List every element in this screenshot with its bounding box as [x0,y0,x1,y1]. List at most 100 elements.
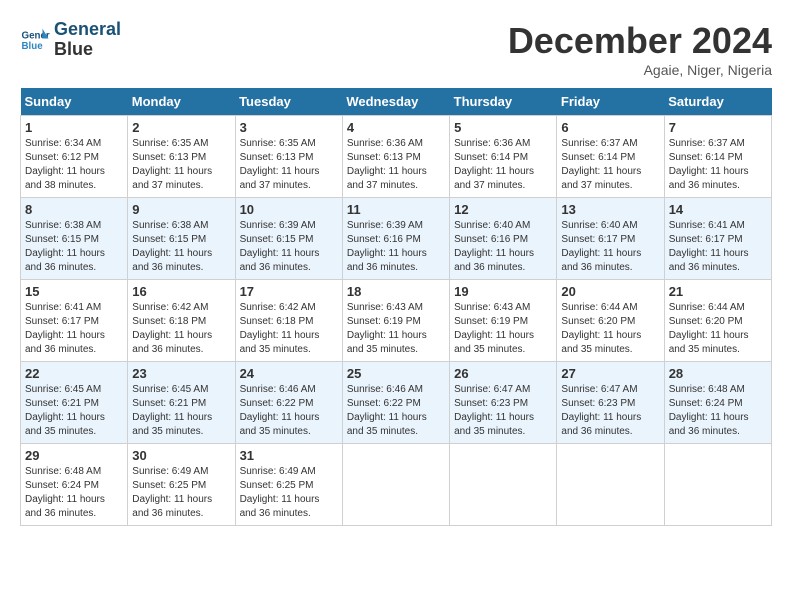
day-number: 1 [25,120,123,135]
calendar-day-cell: 5 Sunrise: 6:36 AMSunset: 6:14 PMDayligh… [450,116,557,198]
day-number: 2 [132,120,230,135]
calendar-day-cell: 22 Sunrise: 6:45 AMSunset: 6:21 PMDaylig… [21,362,128,444]
day-info: Sunrise: 6:44 AMSunset: 6:20 PMDaylight:… [669,302,749,355]
day-number: 27 [561,366,659,381]
day-number: 9 [132,202,230,217]
location: Agaie, Niger, Nigeria [508,62,772,78]
weekday-header-row: SundayMondayTuesdayWednesdayThursdayFrid… [21,88,772,116]
calendar-day-cell: 2 Sunrise: 6:35 AMSunset: 6:13 PMDayligh… [128,116,235,198]
calendar-day-cell [450,444,557,526]
day-number: 4 [347,120,445,135]
day-info: Sunrise: 6:44 AMSunset: 6:20 PMDaylight:… [561,302,641,355]
logo-icon: General Blue [20,25,50,55]
day-info: Sunrise: 6:49 AMSunset: 6:25 PMDaylight:… [132,466,212,519]
day-info: Sunrise: 6:46 AMSunset: 6:22 PMDaylight:… [347,384,427,437]
calendar-week-row: 1 Sunrise: 6:34 AMSunset: 6:12 PMDayligh… [21,116,772,198]
calendar-day-cell: 21 Sunrise: 6:44 AMSunset: 6:20 PMDaylig… [664,280,771,362]
calendar-day-cell: 7 Sunrise: 6:37 AMSunset: 6:14 PMDayligh… [664,116,771,198]
calendar-day-cell: 8 Sunrise: 6:38 AMSunset: 6:15 PMDayligh… [21,198,128,280]
day-info: Sunrise: 6:37 AMSunset: 6:14 PMDaylight:… [669,138,749,191]
calendar-day-cell: 6 Sunrise: 6:37 AMSunset: 6:14 PMDayligh… [557,116,664,198]
calendar-day-cell: 28 Sunrise: 6:48 AMSunset: 6:24 PMDaylig… [664,362,771,444]
day-info: Sunrise: 6:46 AMSunset: 6:22 PMDaylight:… [240,384,320,437]
day-number: 10 [240,202,338,217]
day-info: Sunrise: 6:37 AMSunset: 6:14 PMDaylight:… [561,138,641,191]
calendar-day-cell: 10 Sunrise: 6:39 AMSunset: 6:15 PMDaylig… [235,198,342,280]
day-info: Sunrise: 6:42 AMSunset: 6:18 PMDaylight:… [132,302,212,355]
day-number: 24 [240,366,338,381]
calendar-day-cell: 29 Sunrise: 6:48 AMSunset: 6:24 PMDaylig… [21,444,128,526]
calendar-day-cell: 30 Sunrise: 6:49 AMSunset: 6:25 PMDaylig… [128,444,235,526]
day-number: 23 [132,366,230,381]
svg-text:Blue: Blue [22,41,44,52]
calendar-day-cell: 24 Sunrise: 6:46 AMSunset: 6:22 PMDaylig… [235,362,342,444]
day-info: Sunrise: 6:48 AMSunset: 6:24 PMDaylight:… [669,384,749,437]
day-info: Sunrise: 6:38 AMSunset: 6:15 PMDaylight:… [25,220,105,273]
day-number: 18 [347,284,445,299]
day-info: Sunrise: 6:45 AMSunset: 6:21 PMDaylight:… [25,384,105,437]
calendar-day-cell: 11 Sunrise: 6:39 AMSunset: 6:16 PMDaylig… [342,198,449,280]
day-number: 26 [454,366,552,381]
day-number: 16 [132,284,230,299]
weekday-header: Friday [557,88,664,116]
day-number: 19 [454,284,552,299]
calendar-week-row: 15 Sunrise: 6:41 AMSunset: 6:17 PMDaylig… [21,280,772,362]
day-number: 6 [561,120,659,135]
day-number: 28 [669,366,767,381]
day-info: Sunrise: 6:39 AMSunset: 6:15 PMDaylight:… [240,220,320,273]
calendar-day-cell: 25 Sunrise: 6:46 AMSunset: 6:22 PMDaylig… [342,362,449,444]
day-info: Sunrise: 6:42 AMSunset: 6:18 PMDaylight:… [240,302,320,355]
day-info: Sunrise: 6:41 AMSunset: 6:17 PMDaylight:… [669,220,749,273]
calendar-day-cell: 1 Sunrise: 6:34 AMSunset: 6:12 PMDayligh… [21,116,128,198]
weekday-header: Wednesday [342,88,449,116]
day-number: 22 [25,366,123,381]
day-info: Sunrise: 6:47 AMSunset: 6:23 PMDaylight:… [454,384,534,437]
calendar-day-cell: 15 Sunrise: 6:41 AMSunset: 6:17 PMDaylig… [21,280,128,362]
day-number: 11 [347,202,445,217]
day-info: Sunrise: 6:38 AMSunset: 6:15 PMDaylight:… [132,220,212,273]
day-info: Sunrise: 6:45 AMSunset: 6:21 PMDaylight:… [132,384,212,437]
day-number: 12 [454,202,552,217]
calendar-week-row: 22 Sunrise: 6:45 AMSunset: 6:21 PMDaylig… [21,362,772,444]
day-info: Sunrise: 6:36 AMSunset: 6:13 PMDaylight:… [347,138,427,191]
day-info: Sunrise: 6:35 AMSunset: 6:13 PMDaylight:… [240,138,320,191]
day-number: 5 [454,120,552,135]
weekday-header: Monday [128,88,235,116]
calendar-day-cell: 14 Sunrise: 6:41 AMSunset: 6:17 PMDaylig… [664,198,771,280]
calendar-day-cell: 13 Sunrise: 6:40 AMSunset: 6:17 PMDaylig… [557,198,664,280]
day-info: Sunrise: 6:40 AMSunset: 6:17 PMDaylight:… [561,220,641,273]
calendar-day-cell: 26 Sunrise: 6:47 AMSunset: 6:23 PMDaylig… [450,362,557,444]
calendar-day-cell: 23 Sunrise: 6:45 AMSunset: 6:21 PMDaylig… [128,362,235,444]
day-info: Sunrise: 6:41 AMSunset: 6:17 PMDaylight:… [25,302,105,355]
day-number: 20 [561,284,659,299]
calendar-day-cell [664,444,771,526]
calendar-day-cell: 19 Sunrise: 6:43 AMSunset: 6:19 PMDaylig… [450,280,557,362]
day-number: 31 [240,448,338,463]
day-info: Sunrise: 6:40 AMSunset: 6:16 PMDaylight:… [454,220,534,273]
calendar-day-cell: 3 Sunrise: 6:35 AMSunset: 6:13 PMDayligh… [235,116,342,198]
weekday-header: Tuesday [235,88,342,116]
day-number: 8 [25,202,123,217]
day-number: 21 [669,284,767,299]
day-info: Sunrise: 6:36 AMSunset: 6:14 PMDaylight:… [454,138,534,191]
page-header: General Blue GeneralBlue December 2024 A… [20,20,772,78]
calendar-day-cell: 12 Sunrise: 6:40 AMSunset: 6:16 PMDaylig… [450,198,557,280]
weekday-header: Thursday [450,88,557,116]
calendar-day-cell: 18 Sunrise: 6:43 AMSunset: 6:19 PMDaylig… [342,280,449,362]
day-number: 13 [561,202,659,217]
day-info: Sunrise: 6:43 AMSunset: 6:19 PMDaylight:… [347,302,427,355]
calendar-week-row: 29 Sunrise: 6:48 AMSunset: 6:24 PMDaylig… [21,444,772,526]
day-number: 7 [669,120,767,135]
day-number: 30 [132,448,230,463]
day-number: 15 [25,284,123,299]
month-title: December 2024 [508,20,772,62]
calendar-day-cell: 4 Sunrise: 6:36 AMSunset: 6:13 PMDayligh… [342,116,449,198]
calendar-day-cell: 31 Sunrise: 6:49 AMSunset: 6:25 PMDaylig… [235,444,342,526]
calendar-day-cell: 9 Sunrise: 6:38 AMSunset: 6:15 PMDayligh… [128,198,235,280]
calendar-day-cell: 27 Sunrise: 6:47 AMSunset: 6:23 PMDaylig… [557,362,664,444]
day-number: 17 [240,284,338,299]
day-info: Sunrise: 6:35 AMSunset: 6:13 PMDaylight:… [132,138,212,191]
day-info: Sunrise: 6:34 AMSunset: 6:12 PMDaylight:… [25,138,105,191]
calendar-day-cell: 20 Sunrise: 6:44 AMSunset: 6:20 PMDaylig… [557,280,664,362]
day-number: 29 [25,448,123,463]
